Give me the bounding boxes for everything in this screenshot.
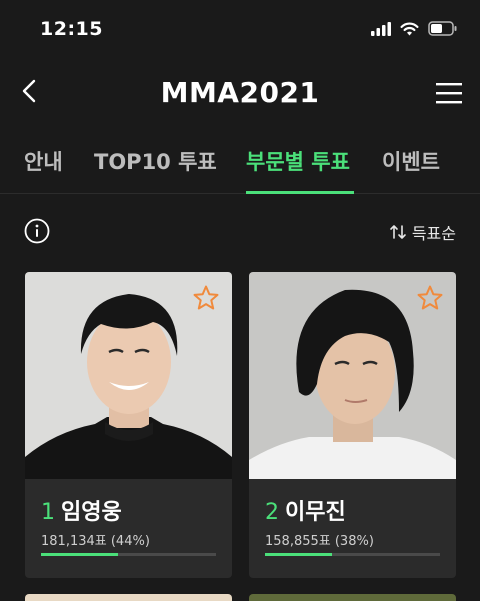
candidate-name-line: 2 이무진: [265, 494, 346, 526]
vote-count: 158,855표 (38%): [265, 534, 374, 549]
favorite-star-button[interactable]: [416, 284, 444, 312]
battery-icon: [428, 21, 457, 36]
candidate-card[interactable]: 1 임영웅 181,134표 (44%): [25, 272, 232, 578]
page-title: MMA2021: [160, 76, 320, 109]
next-candidate-card-peek[interactable]: [25, 594, 232, 601]
sort-label: 득표순: [411, 224, 456, 243]
candidate-name: 임영웅: [61, 500, 122, 525]
star-icon: [417, 285, 443, 310]
status-icons: [371, 21, 458, 36]
menu-button[interactable]: [434, 80, 464, 106]
info-icon: [24, 218, 50, 244]
candidate-card[interactable]: 2 이무진 158,855표 (38%): [249, 272, 456, 578]
candidate-rank: 2: [265, 500, 279, 525]
info-button[interactable]: [24, 218, 50, 244]
star-icon: [193, 285, 219, 310]
toolbar: 득표순: [0, 212, 480, 252]
candidate-name: 이무진: [285, 500, 346, 525]
vote-share-bar: [265, 553, 440, 556]
signal-icon: [371, 21, 391, 36]
candidate-rank: 1: [41, 500, 55, 525]
favorite-star-button[interactable]: [192, 284, 220, 312]
tab-event[interactable]: 이벤트: [382, 146, 440, 176]
vote-share-bar: [41, 553, 216, 556]
sort-button[interactable]: 득표순: [389, 220, 456, 244]
candidate-name-line: 1 임영웅: [41, 494, 122, 526]
menu-icon: [436, 83, 462, 104]
status-bar: 12:15: [0, 0, 480, 60]
sort-icon: [390, 225, 406, 239]
tab-guide[interactable]: 안내: [24, 146, 63, 176]
vote-share-fill: [41, 553, 118, 556]
vote-share-fill: [265, 553, 332, 556]
tab-category-vote[interactable]: 부문별 투표: [246, 146, 350, 176]
active-tab-indicator: [246, 191, 354, 194]
next-candidate-card-peek[interactable]: [249, 594, 456, 601]
tab-top10-vote[interactable]: TOP10 투표: [94, 146, 217, 176]
app-header: MMA2021: [0, 68, 480, 118]
tab-bar: 안내 TOP10 투표 부문별 투표 이벤트: [0, 138, 480, 194]
wifi-icon: [400, 22, 419, 35]
vote-count: 181,134표 (44%): [41, 534, 150, 549]
status-time: 12:15: [40, 18, 103, 40]
